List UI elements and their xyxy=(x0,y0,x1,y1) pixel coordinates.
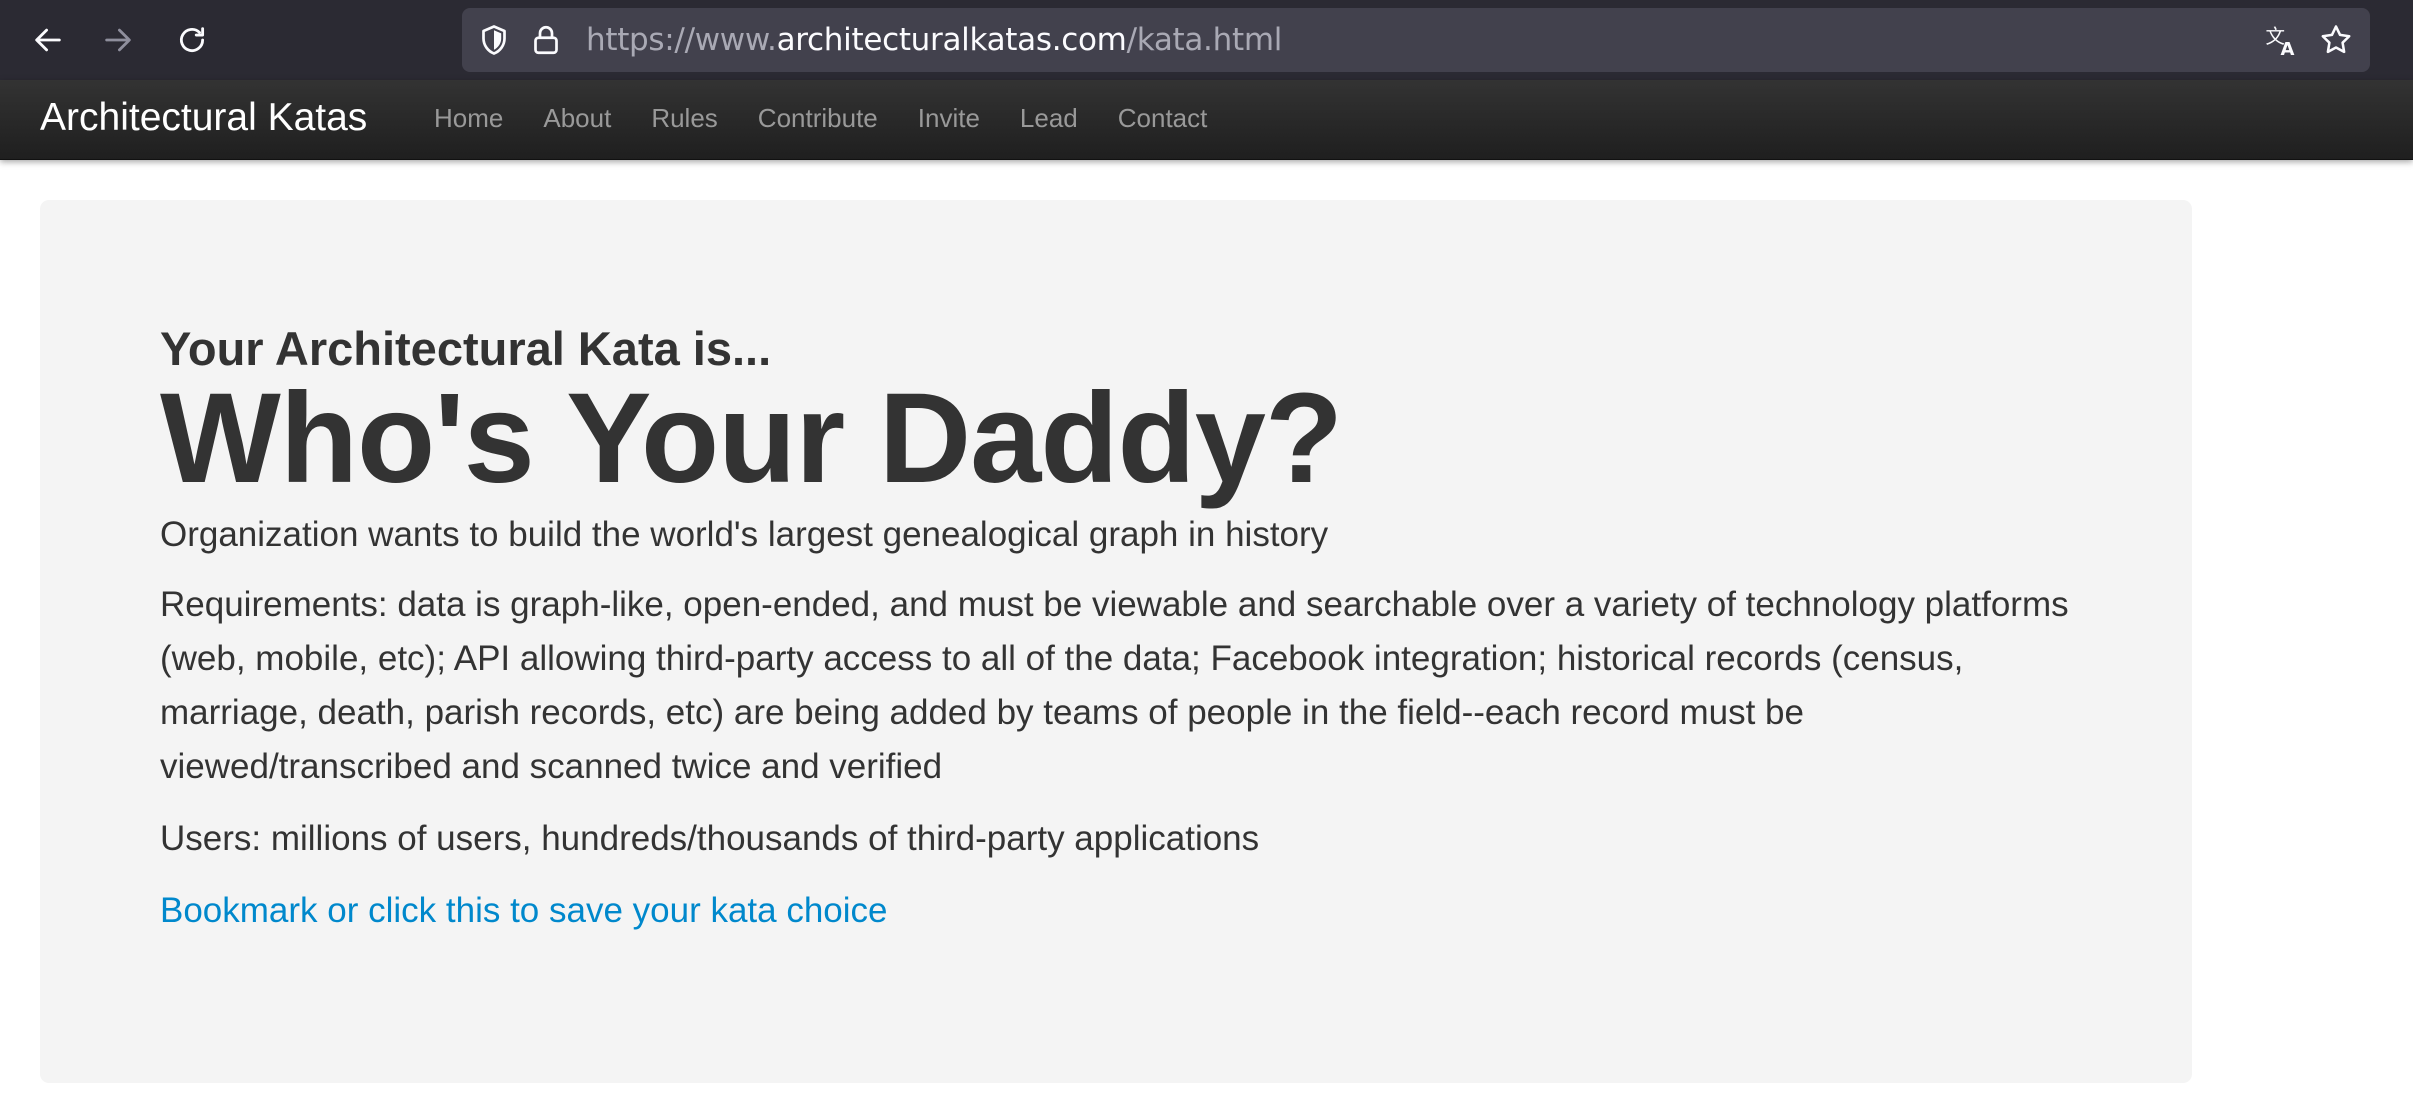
nav-link-contact[interactable]: Contact xyxy=(1098,80,1228,160)
kata-content: Your Architectural Kata is... Who's Your… xyxy=(160,320,2080,938)
kata-description: Organization wants to build the world's … xyxy=(160,515,1329,554)
reload-icon xyxy=(180,27,205,53)
nav-link-about[interactable]: About xyxy=(523,80,631,160)
nav-link-contribute[interactable]: Contribute xyxy=(738,80,898,160)
kata-users: Users: millions of users, hundreds/thous… xyxy=(160,819,1260,858)
nav-link-lead[interactable]: Lead xyxy=(1000,80,1098,160)
url-prefix: https://www. xyxy=(586,22,777,58)
url-path: /kata.html xyxy=(1126,22,1283,58)
arrow-left-icon xyxy=(35,28,61,52)
shield-icon[interactable] xyxy=(476,22,512,58)
back-button[interactable] xyxy=(26,18,70,62)
arrow-right-icon xyxy=(105,28,131,52)
site-navbar: Architectural Katas Home About Rules Con… xyxy=(0,80,2413,160)
reload-button[interactable] xyxy=(170,18,214,62)
forward-button[interactable] xyxy=(96,18,140,62)
bookmark-star-icon[interactable] xyxy=(2318,22,2354,58)
nav-link-home[interactable]: Home xyxy=(414,80,523,160)
svg-text:A: A xyxy=(2281,39,2295,58)
url-text[interactable]: https://www.architecturalkatas.com/kata.… xyxy=(586,8,1282,72)
kata-hero: Your Architectural Kata is... Who's Your… xyxy=(40,200,2192,1083)
nav-link-rules[interactable]: Rules xyxy=(631,80,737,160)
translate-icon[interactable]: 文 A xyxy=(2264,22,2300,58)
browser-toolbar: https://www.architecturalkatas.com/kata.… xyxy=(0,0,2413,80)
nav-links: Home About Rules Contribute Invite Lead … xyxy=(414,80,1227,160)
url-domain: architecturalkatas.com xyxy=(776,22,1127,58)
kata-title: Who's Your Daddy? xyxy=(160,367,1343,510)
lock-icon[interactable] xyxy=(528,22,564,58)
nav-link-invite[interactable]: Invite xyxy=(898,80,1000,160)
brand-link[interactable]: Architectural Katas xyxy=(40,80,367,160)
bookmark-kata-link[interactable]: Bookmark or click this to save your kata… xyxy=(160,884,888,938)
address-bar[interactable]: https://www.architecturalkatas.com/kata.… xyxy=(462,8,2370,72)
kata-requirements: Requirements: data is graph-like, open-e… xyxy=(160,585,2069,786)
